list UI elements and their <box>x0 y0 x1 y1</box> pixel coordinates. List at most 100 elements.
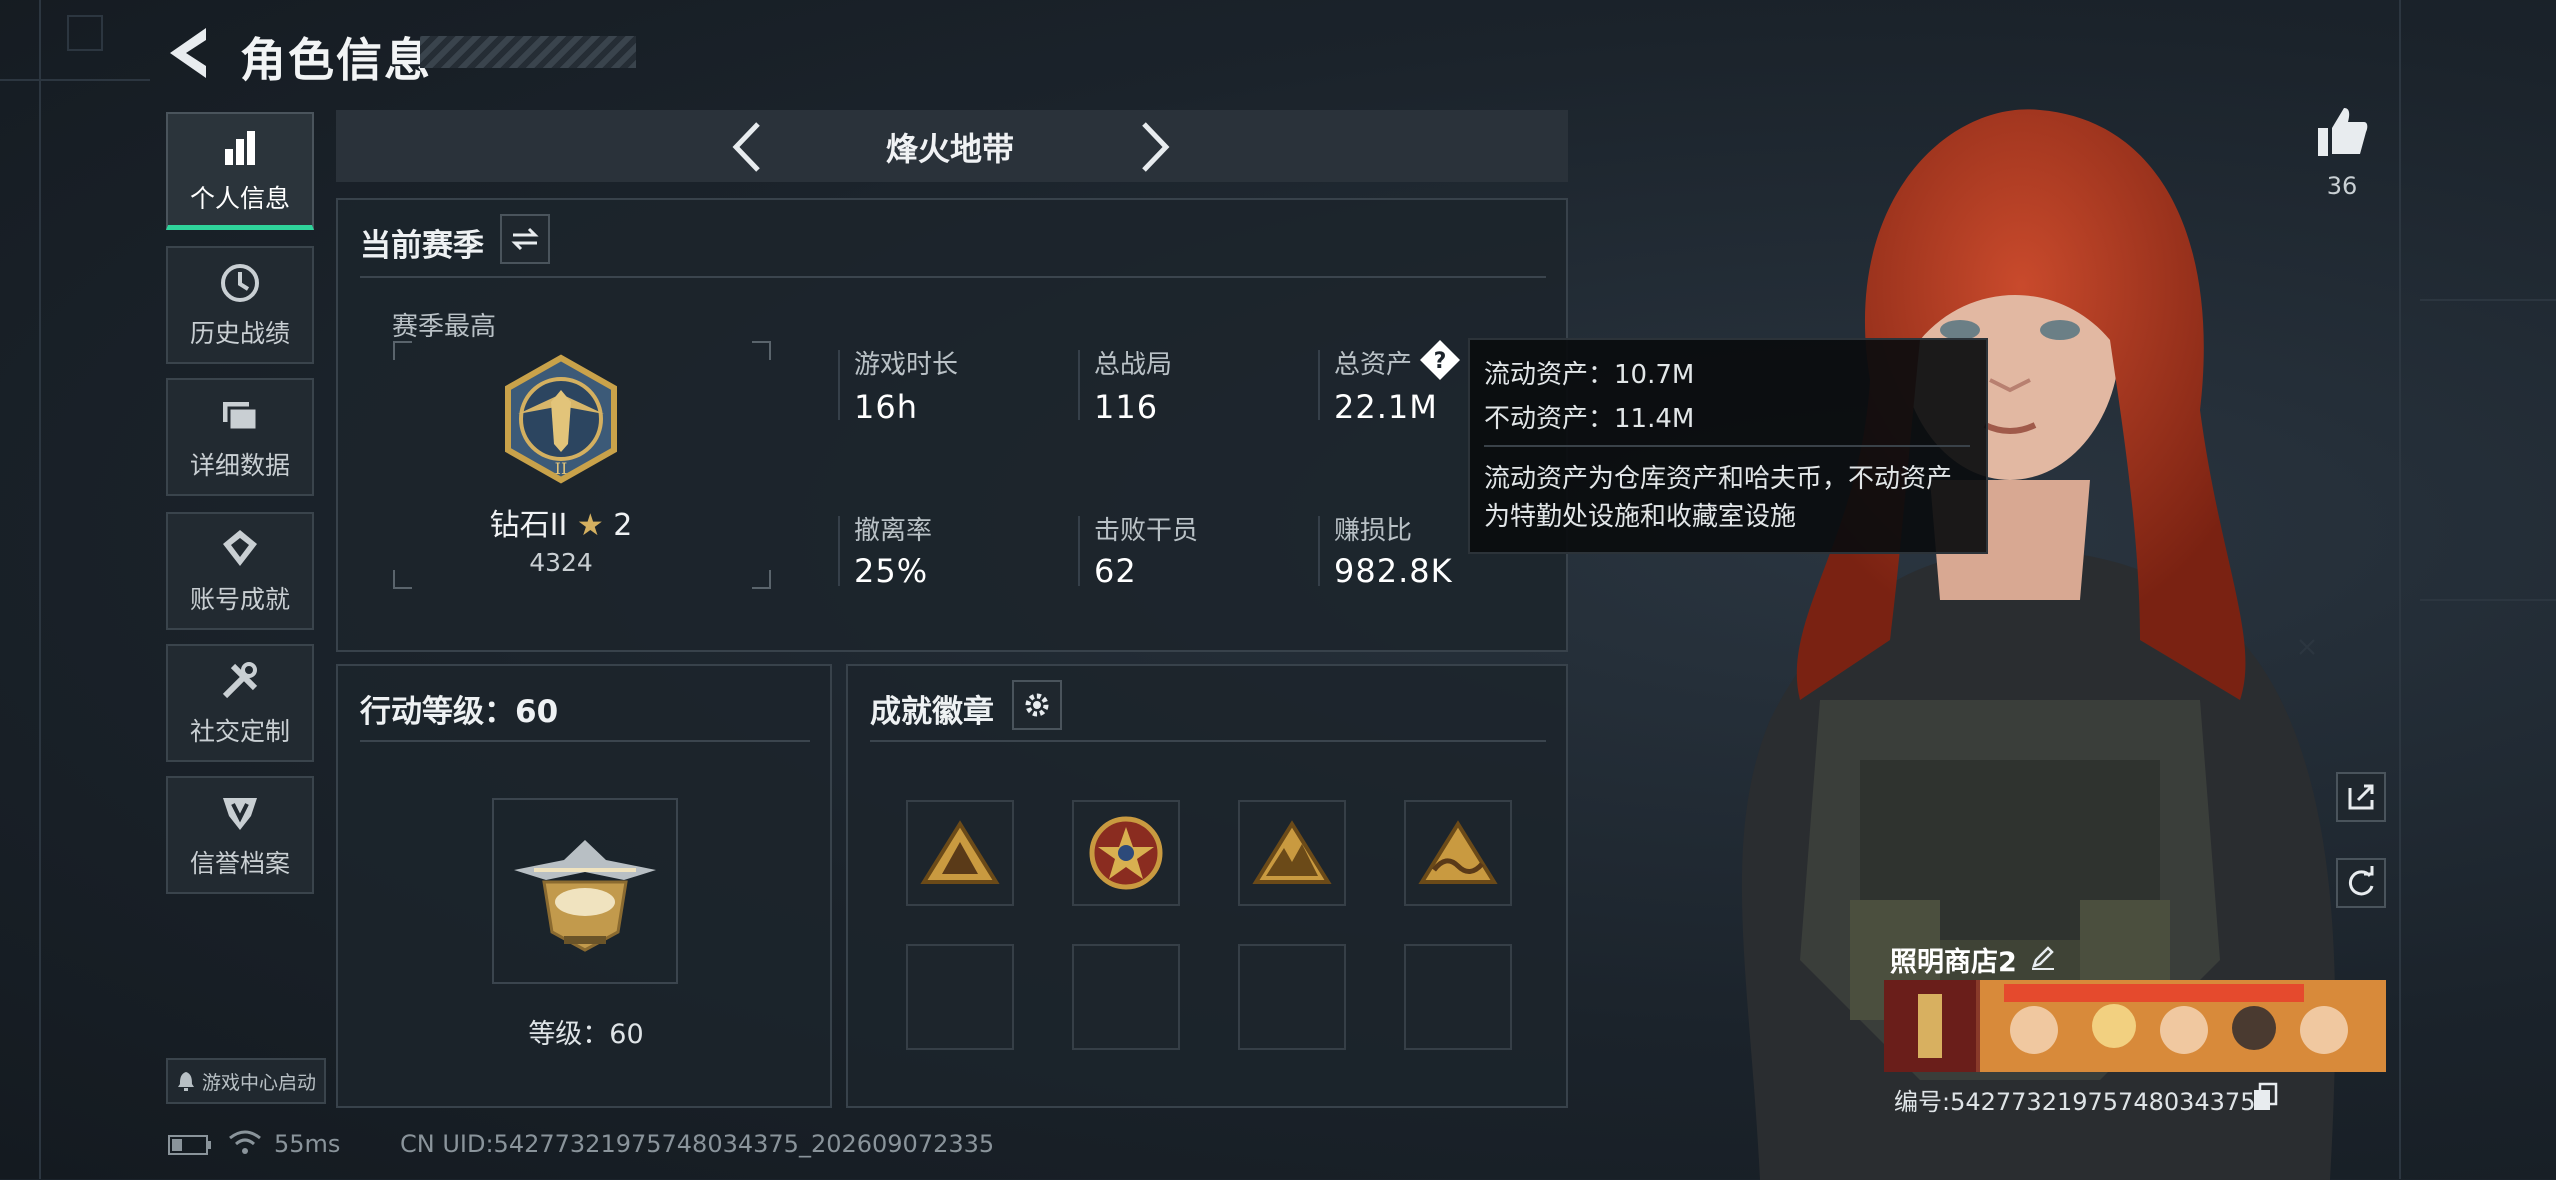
mountain-badge-icon <box>1252 820 1332 884</box>
season-best-label: 赛季最高 <box>392 312 497 342</box>
credit-shield-icon <box>223 798 257 830</box>
wifi-icon <box>229 1130 261 1154</box>
swap-icon <box>511 227 539 251</box>
gear-icon <box>1025 693 1049 717</box>
rank-stars: 2 <box>613 508 633 543</box>
triangle-badge-icon <box>920 820 1000 884</box>
clock-icon <box>221 264 259 302</box>
shop-banner-image[interactable] <box>1884 980 2386 1072</box>
assets-tooltip: 流动资产：10.7M 不动资产：11.4M 流动资产为仓库资产和哈夫币，不动资产… <box>1468 338 1988 554</box>
share-button[interactable] <box>2336 772 2386 822</box>
star-icon: ★ <box>576 508 604 543</box>
refresh-button[interactable] <box>2336 858 2386 908</box>
nav-item-details[interactable]: 详细数据 <box>166 378 314 496</box>
battery-icon <box>168 1135 211 1155</box>
season-switch-button[interactable] <box>500 214 550 264</box>
helicopter-level-emblem-icon <box>514 840 656 952</box>
level-panel: 行动等级：60 等级：60 <box>336 664 832 1108</box>
divider <box>1078 350 1080 420</box>
level-text: 等级：60 <box>528 1019 644 1050</box>
mode-title: 烽火地带 <box>885 130 1014 168</box>
nav-item-credit[interactable]: 信誉档案 <box>166 776 314 894</box>
badge-slot[interactable] <box>1072 800 1180 906</box>
badge-slot-empty[interactable] <box>1404 944 1512 1050</box>
title-decor <box>420 36 636 68</box>
stat-label: 赚损比 <box>1334 516 1413 546</box>
wave-badge-icon <box>1418 820 1498 884</box>
refresh-icon <box>2348 866 2374 896</box>
stat-label: 总资产 <box>1334 350 1413 380</box>
nav-label: 账号成就 <box>189 585 290 614</box>
badge-settings-button[interactable] <box>1012 680 1062 730</box>
nav-label: 社交定制 <box>189 717 290 746</box>
badges-panel: 成就徽章 <box>846 664 1568 1108</box>
badge-slot-empty[interactable] <box>1238 944 1346 1050</box>
shop-id: 编号:5427732197574803437​5 <box>1894 1088 2256 1116</box>
copy-icon[interactable] <box>2252 1082 2278 1112</box>
diamond-rank-emblem-icon: II <box>505 354 617 484</box>
season-panel: 当前赛季 赛季最高 II 钻石II ★ 2 4324 游戏时长 16h 总战局 … <box>336 198 1568 652</box>
stat-label: 游戏时长 <box>854 350 959 380</box>
like-count: 36 <box>2326 172 2358 200</box>
shop-name: 照明商店2 <box>1890 947 2017 978</box>
tools-icon <box>222 662 258 699</box>
thumbs-up-icon[interactable] <box>2314 104 2370 160</box>
back-arrow-icon[interactable] <box>160 22 216 84</box>
edit-pencil-icon[interactable] <box>2028 942 2058 972</box>
tooltip-liquid-assets: 流动资产：10.7M <box>1484 360 1695 390</box>
stat-value: 16h <box>854 388 918 426</box>
level-title: 行动等级：60 <box>360 694 559 730</box>
stat-value: 116 <box>1094 388 1159 426</box>
divider <box>870 740 1546 742</box>
divider <box>838 350 840 420</box>
bell-icon <box>177 1072 194 1091</box>
game-center-label: 游戏中心启动 <box>201 1071 316 1094</box>
nav-label: 信誉档案 <box>189 849 290 878</box>
bar-chart-icon <box>225 130 255 165</box>
star-seal-badge-icon <box>1089 816 1163 890</box>
nav-item-profile[interactable]: 个人信息 <box>166 112 314 230</box>
svg-text:II: II <box>555 459 568 478</box>
stat-value: 25% <box>854 552 929 590</box>
stat-label: 撤离率 <box>854 516 933 546</box>
nav-label: 详细数据 <box>189 451 290 480</box>
nav-item-history[interactable]: 历史战绩 <box>166 246 314 364</box>
page-title: 角色信息 <box>240 33 432 87</box>
help-icon[interactable]: ? <box>1418 338 1462 382</box>
badges-title: 成就徽章 <box>870 694 994 730</box>
divider <box>1318 350 1320 420</box>
level-emblem-frame <box>492 798 678 984</box>
chevron-left-icon[interactable] <box>728 118 768 176</box>
stat-value: 22.1M <box>1334 388 1438 426</box>
divider <box>838 516 840 586</box>
divider <box>360 276 1546 278</box>
badge-slot[interactable] <box>1238 800 1346 906</box>
stat-label: 击败干员 <box>1094 516 1199 546</box>
badge-slot-empty[interactable] <box>1072 944 1180 1050</box>
badge-slot[interactable] <box>906 800 1014 906</box>
badge-slot-empty[interactable] <box>906 944 1014 1050</box>
divider <box>1318 516 1320 586</box>
stat-value: 62 <box>1094 552 1137 590</box>
nav-item-social[interactable]: 社交定制 <box>166 644 314 762</box>
nav-item-achievements[interactable]: 账号成就 <box>166 512 314 630</box>
season-title: 当前赛季 <box>360 228 484 264</box>
nav-label: 个人信息 <box>189 183 290 213</box>
stat-value: 982.8K <box>1334 552 1453 590</box>
stat-label: 总战局 <box>1094 350 1173 380</box>
svg-text:?: ? <box>1434 349 1447 374</box>
rank-name-row: 钻石II ★ 2 <box>438 500 684 544</box>
uid-text: CN UID:54277321975748034375_202609072335 <box>400 1130 995 1158</box>
divider <box>360 740 810 742</box>
ping-value: 55ms <box>274 1130 341 1158</box>
rank-score: 4324 <box>529 548 593 577</box>
divider <box>1484 445 1970 447</box>
share-icon <box>2348 784 2374 810</box>
game-center-button[interactable]: 游戏中心启动 <box>166 1058 326 1104</box>
badge-slot[interactable] <box>1404 800 1512 906</box>
tooltip-fixed-assets: 不动资产：11.4M <box>1484 404 1695 434</box>
nav-label: 历史战绩 <box>189 319 290 348</box>
divider <box>1078 516 1080 586</box>
chevron-right-icon[interactable] <box>1134 118 1174 176</box>
rank-name: 钻石II <box>489 508 568 543</box>
